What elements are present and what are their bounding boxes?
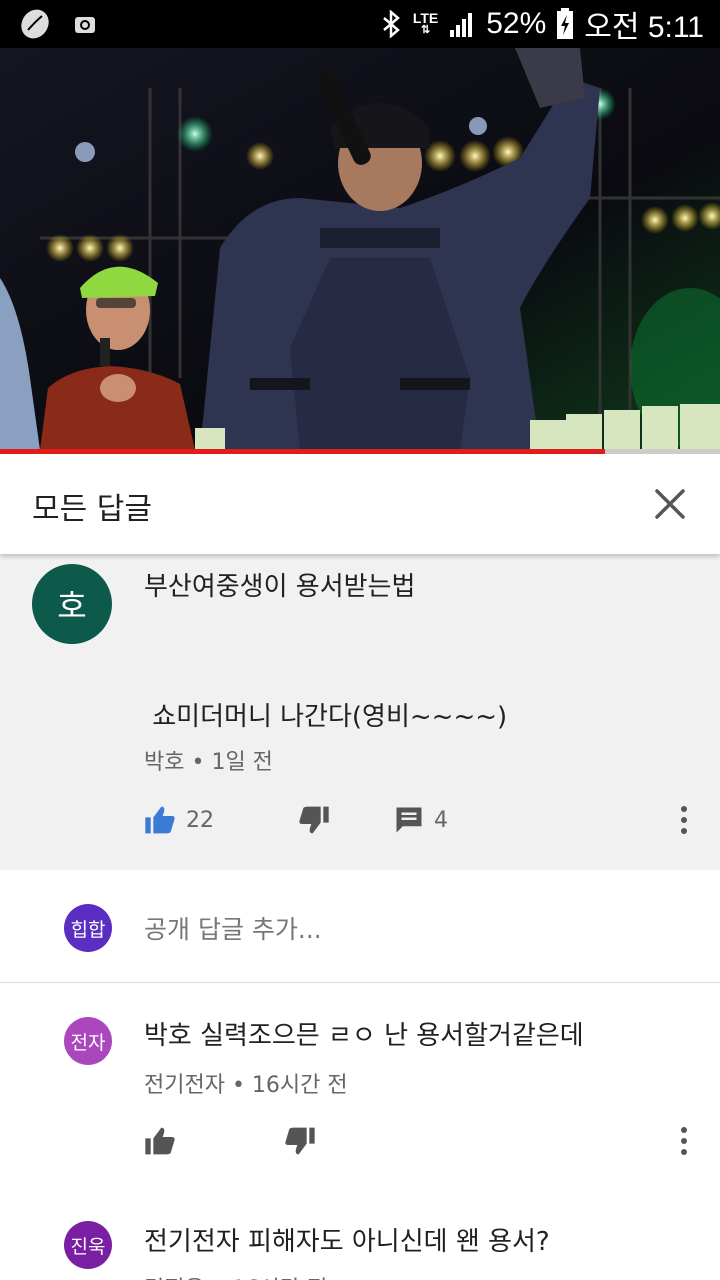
reply-meta: 김진욱 • 16시간 전 — [144, 1271, 327, 1280]
comment-icon — [396, 807, 422, 833]
thumbs-up-icon — [145, 806, 175, 834]
thumbs-up-icon — [145, 1127, 175, 1155]
bean-icon — [21, 9, 49, 39]
more-options-icon[interactable] — [678, 804, 690, 836]
reply-actions — [144, 1121, 370, 1161]
status-bar: LTE ⇅ 52% 오전 5:11 — [0, 0, 720, 48]
bluetooth-icon — [383, 10, 400, 38]
panel-title: 모든 답글 — [32, 492, 152, 527]
reply-count: 4 — [434, 807, 448, 833]
like-count: 22 — [186, 807, 214, 833]
replies-header: 모든 답글 — [0, 454, 720, 554]
avatar[interactable]: 호 — [32, 564, 112, 644]
thumbs-down-icon — [285, 1127, 315, 1155]
clock: 오전 5:11 — [584, 11, 704, 44]
signal-icon — [450, 13, 473, 37]
screenshot-icon — [75, 17, 95, 33]
video-frame — [0, 48, 720, 450]
thumbs-down-icon — [299, 806, 329, 834]
close-icon[interactable] — [650, 484, 690, 524]
avatar[interactable]: 진욱 — [64, 1221, 112, 1269]
add-reply-row: 힙합 공개 답글 추가... — [0, 870, 720, 983]
battery-percent: 52% — [486, 7, 547, 40]
reply-count-button[interactable]: 4 — [394, 805, 448, 835]
like-button[interactable]: 22 — [144, 805, 214, 835]
parent-comment: 호 부산여중생이 용서받는법 쇼미더머니 나간다(영비~~~~) 박호 • 1일… — [0, 554, 720, 870]
network-type: LTE ⇅ — [412, 10, 439, 36]
reply-meta: 전기전자 • 16시간 전 — [144, 1073, 348, 1098]
user-avatar: 힙합 — [64, 904, 112, 952]
video-player[interactable] — [0, 48, 720, 450]
comment-text-line2: 쇼미더머니 나간다(영비~~~~) — [144, 702, 508, 732]
battery-charging-icon — [557, 8, 574, 39]
more-options-icon[interactable] — [678, 1125, 690, 1157]
reply-item: 진욱 전기전자 피해자도 아니신데 왠 용서? 김진욱 • 16시간 전 — [0, 1205, 720, 1280]
comment-text-line1: 부산여중생이 용서받는법 — [144, 572, 416, 602]
reply-text: 전기전자 피해자도 아니신데 왠 용서? — [144, 1227, 550, 1257]
reply-text: 박호 실력조으믄 ㄹㅇ 난 용서할거같은데 — [144, 1021, 584, 1051]
avatar[interactable]: 전자 — [64, 1017, 112, 1065]
add-reply-input[interactable]: 공개 답글 추가... — [144, 910, 322, 946]
dislike-button[interactable] — [284, 1126, 316, 1156]
like-button[interactable] — [144, 1126, 176, 1156]
dislike-button[interactable] — [298, 805, 330, 835]
reply-item: 전자 박호 실력조으믄 ㄹㅇ 난 용서할거같은데 전기전자 • 16시간 전 — [0, 983, 720, 1183]
comment-meta: 박호 • 1일 전 — [144, 750, 273, 775]
comment-actions: 22 4 — [144, 800, 502, 840]
